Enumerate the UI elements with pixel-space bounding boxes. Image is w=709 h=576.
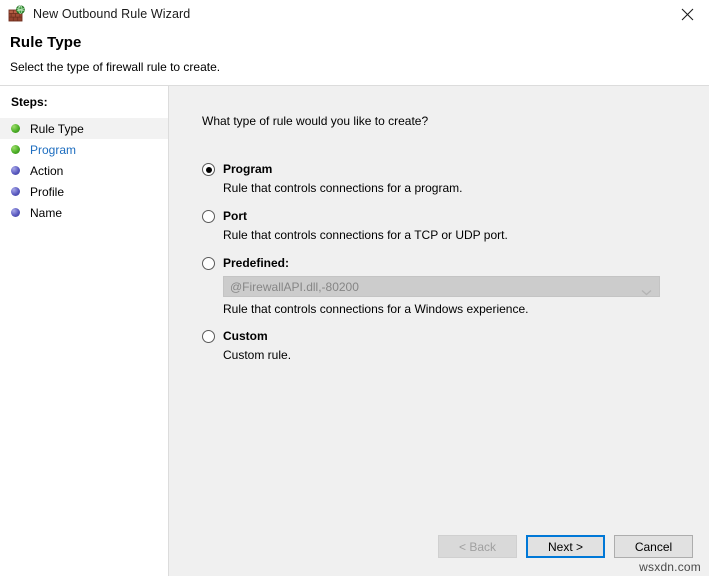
option-port[interactable]: Port Rule that controls connections for … (202, 209, 689, 242)
radio-port[interactable] (202, 210, 215, 223)
page-subtitle: Select the type of firewall rule to crea… (10, 60, 221, 74)
step-bullet-icon (11, 208, 20, 217)
step-bullet-icon (11, 124, 20, 133)
predefined-rule-value: @FirewallAPI.dll,-80200 (230, 279, 359, 294)
option-description: Rule that controls connections for a TCP… (223, 228, 508, 242)
radio-custom[interactable] (202, 330, 215, 343)
sidebar-item-label: Rule Type (30, 121, 84, 136)
rule-type-radio-group: Program Rule that controls connections f… (202, 162, 689, 376)
option-description: Custom rule. (223, 348, 292, 362)
option-label: Program (223, 162, 273, 176)
step-bullet-icon (11, 166, 20, 175)
option-description: Rule that controls connections for a pro… (223, 181, 463, 195)
sidebar-item-label: Name (30, 205, 63, 220)
sidebar-item-label: Profile (30, 184, 65, 199)
title-bar: New Outbound Rule Wizard (0, 0, 709, 28)
radio-program[interactable] (202, 163, 215, 176)
question-text: What type of rule would you like to crea… (202, 114, 429, 128)
sidebar-item-action[interactable]: Action (0, 160, 168, 181)
cancel-button[interactable]: Cancel (614, 535, 693, 558)
window-title: New Outbound Rule Wizard (33, 7, 191, 21)
chevron-down-icon (641, 285, 652, 299)
step-bullet-icon (11, 187, 20, 196)
sidebar-item-label: Program (30, 142, 77, 157)
steps-heading: Steps: (11, 95, 48, 109)
option-label: Port (223, 209, 247, 223)
page-title: Rule Type (10, 34, 82, 51)
option-label: Custom (223, 329, 268, 343)
option-description: Rule that controls connections for a Win… (223, 302, 529, 316)
option-label: Predefined: (223, 256, 290, 270)
sidebar-item-label: Action (30, 163, 64, 178)
watermark: wsxdn.com (639, 560, 701, 574)
radio-predefined[interactable] (202, 257, 215, 270)
next-button[interactable]: Next > (526, 535, 605, 558)
predefined-rule-dropdown[interactable]: @FirewallAPI.dll,-80200 (223, 276, 660, 297)
option-custom[interactable]: Custom Custom rule. (202, 329, 689, 362)
content-pane: What type of rule would you like to crea… (169, 85, 709, 576)
page-header: Rule Type Select the type of firewall ru… (0, 28, 709, 85)
option-program[interactable]: Program Rule that controls connections f… (202, 162, 689, 195)
wizard-buttons: < Back Next > Cancel (438, 535, 693, 558)
firewall-globe-icon (8, 5, 26, 23)
sidebar-item-program[interactable]: Program (0, 139, 168, 160)
steps-sidebar: Steps: Rule Type Program Action Profile … (0, 85, 169, 576)
back-button[interactable]: < Back (438, 535, 517, 558)
close-icon[interactable] (665, 0, 709, 28)
step-bullet-icon (11, 145, 20, 154)
body: Steps: Rule Type Program Action Profile … (0, 85, 709, 576)
option-predefined[interactable]: Predefined: @FirewallAPI.dll,-80200 Rule… (202, 256, 689, 316)
sidebar-item-rule-type[interactable]: Rule Type (0, 118, 168, 139)
sidebar-item-profile[interactable]: Profile (0, 181, 168, 202)
sidebar-item-name[interactable]: Name (0, 202, 168, 223)
